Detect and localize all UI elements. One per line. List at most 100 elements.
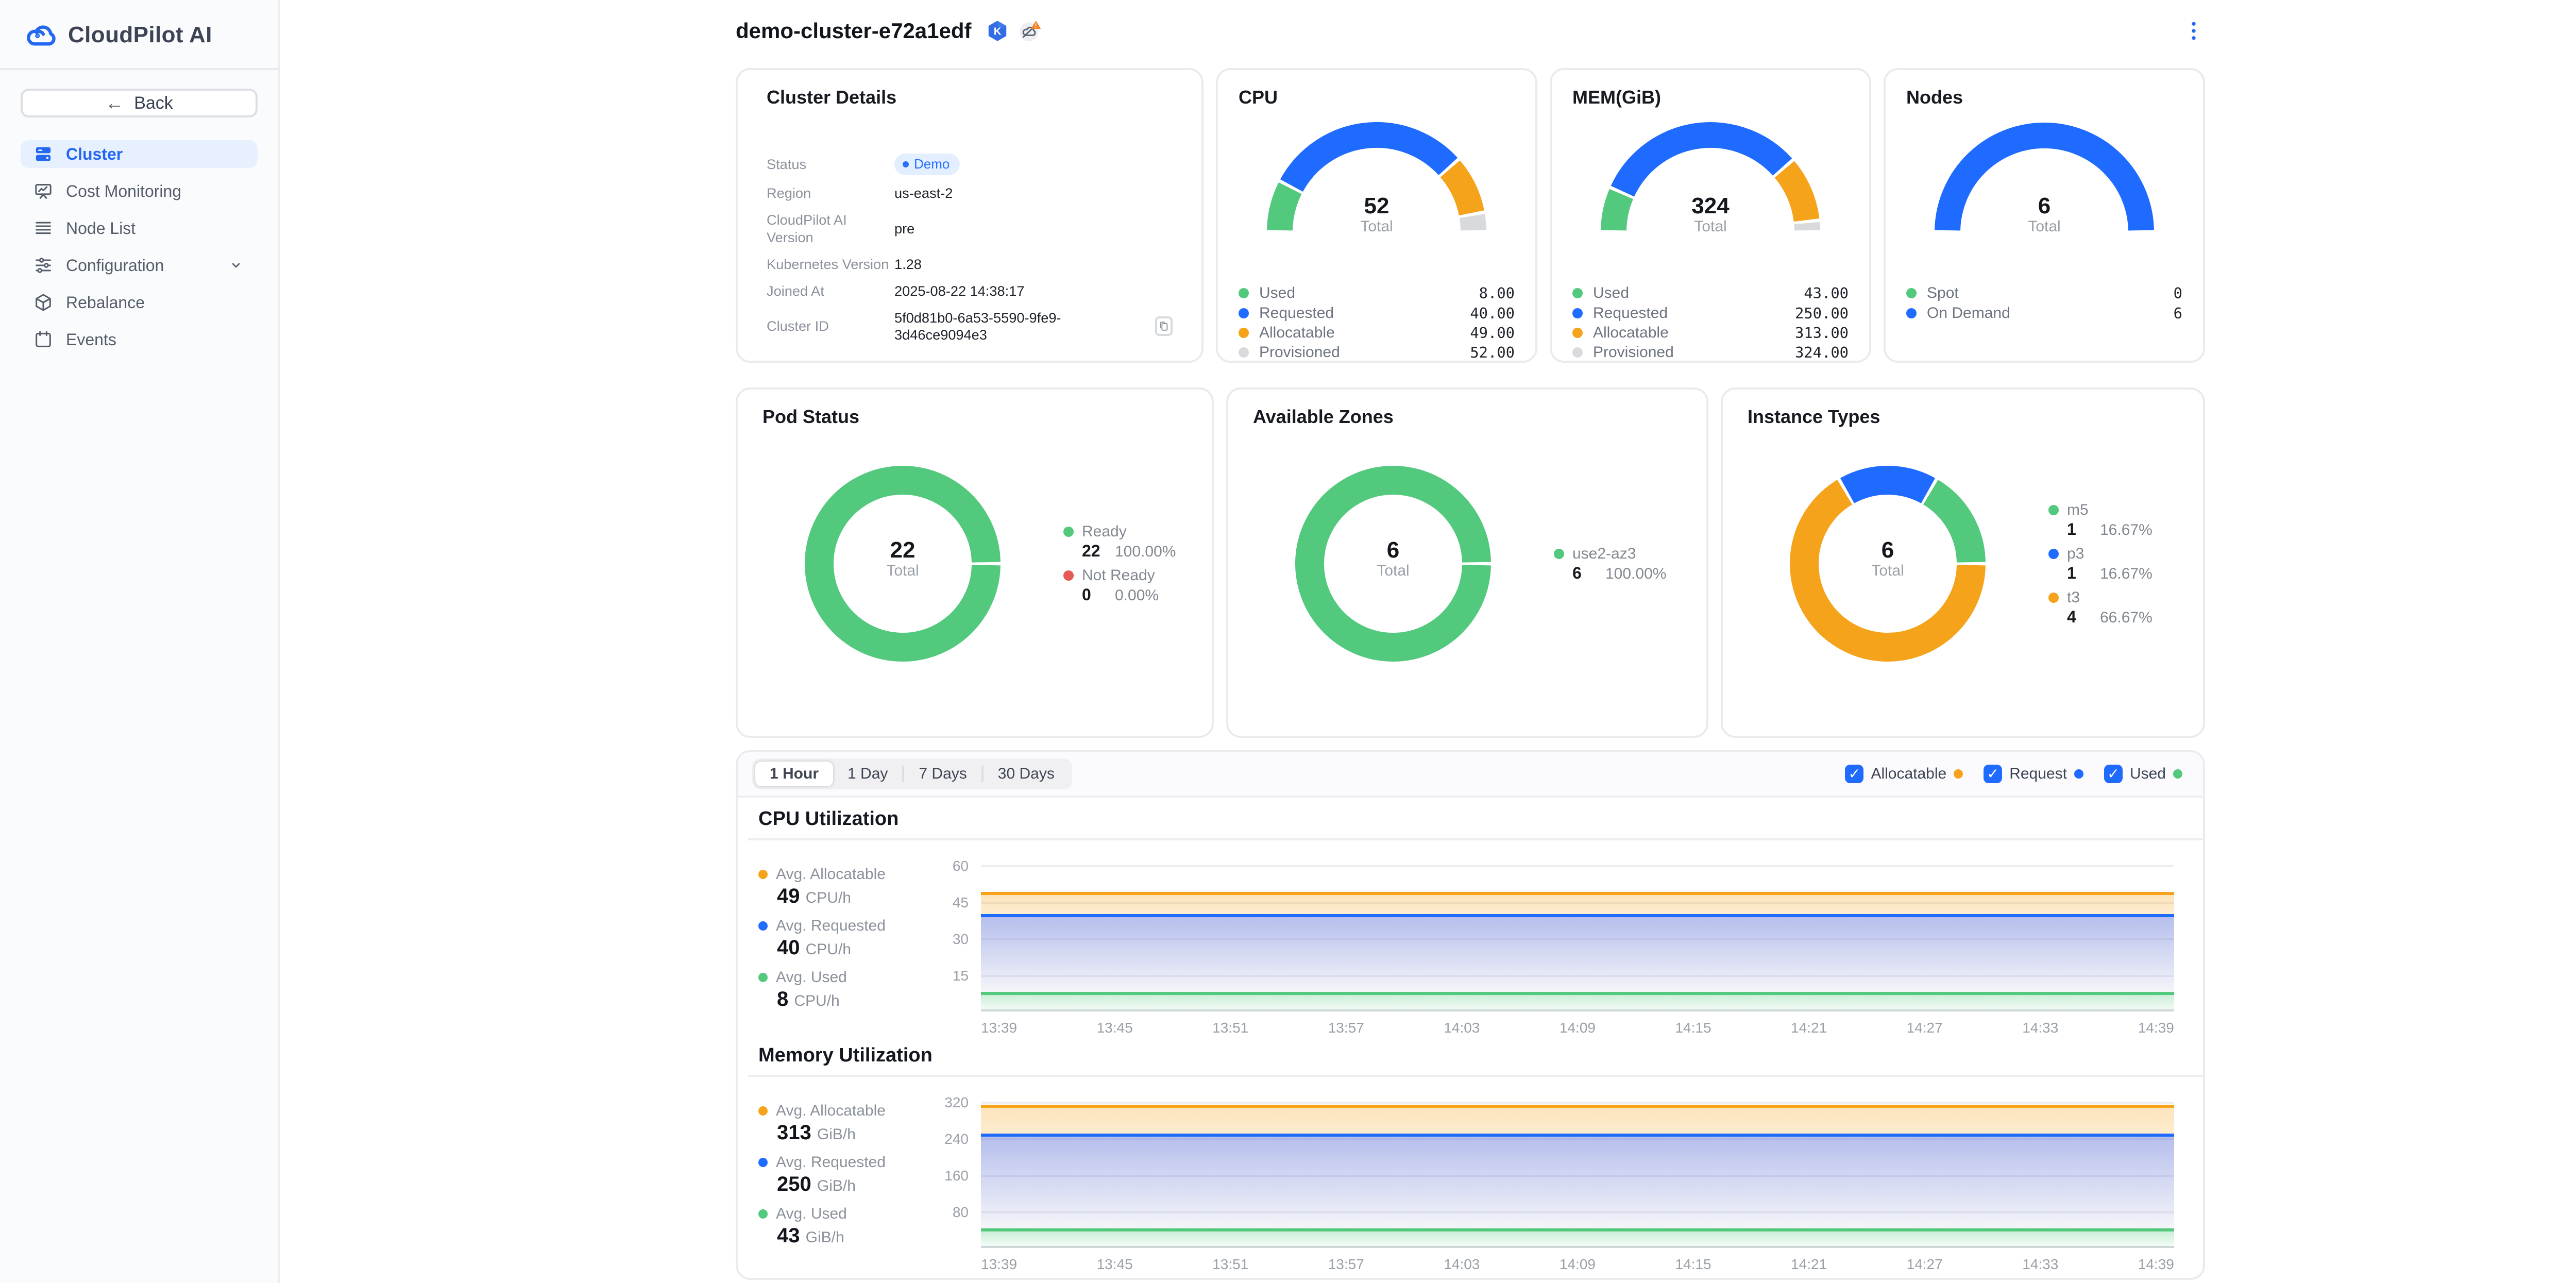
legend-value: 40.00 xyxy=(1470,305,1515,322)
sidebar-item-events[interactable]: Events xyxy=(21,326,258,353)
stat-label: Avg. Used xyxy=(758,968,931,987)
legend-label: Requested xyxy=(1259,305,1334,322)
instance-types-card: Instance Types6Totalm5116.67%p3116.67%t3… xyxy=(1721,387,2205,738)
kubernetes-icon: K xyxy=(986,20,1009,42)
x-axis-label: 13:51 xyxy=(1212,1256,1248,1273)
sidebar-item-configuration[interactable]: Configuration xyxy=(21,251,258,279)
legend-entry-label: Ready xyxy=(1063,523,1176,541)
app: CloudPilot AI ← Back ClusterCost Monitor… xyxy=(0,0,2576,1283)
legend-entry-value: 116.67% xyxy=(2067,564,2153,583)
detail-value: 1.28 xyxy=(894,256,922,273)
sidebar-item-rebalance[interactable]: Rebalance xyxy=(21,289,258,316)
legend-dot xyxy=(2048,593,2059,603)
gauge-total-caption: Total xyxy=(1257,217,1496,236)
kebab-menu-icon[interactable] xyxy=(2182,20,2205,42)
svg-text:!: ! xyxy=(1035,22,1037,29)
x-axis-label: 14:03 xyxy=(1444,1256,1480,1273)
section-title: CPU Utilization xyxy=(754,808,2174,830)
legend-entry: Not Ready00.00% xyxy=(1063,567,1176,604)
back-button[interactable]: ← Back xyxy=(21,89,258,117)
pod-status-card: Pod Status22TotalReady22100.00%Not Ready… xyxy=(736,387,1214,738)
sidebar-item-label: Rebalance xyxy=(66,293,145,312)
x-axis-label: 14:15 xyxy=(1675,1020,1711,1036)
checkbox-checked-icon: ✓ xyxy=(1984,765,2002,783)
x-axis-label: 13:39 xyxy=(981,1256,1017,1273)
donut-legend: use2-az36100.00% xyxy=(1554,545,1666,583)
stat-unit: CPU/h xyxy=(794,992,839,1009)
gauge-legend: Spot0On Demand6 xyxy=(1906,283,2182,323)
x-axis-label: 14:33 xyxy=(2022,1020,2058,1036)
detail-value: 2025-08-22 14:38:17 xyxy=(894,282,1024,300)
legend-label: On Demand xyxy=(1927,305,2010,322)
donut-center-label: 6Total xyxy=(1789,539,1987,580)
card-title: Pod Status xyxy=(762,406,1187,428)
y-axis-label: 15 xyxy=(931,968,969,984)
detail-label: Region xyxy=(767,184,894,202)
stat-label: Avg. Used xyxy=(758,1205,931,1223)
copy-cluster-id-button[interactable] xyxy=(1155,316,1173,336)
toggle-used[interactable]: ✓Used xyxy=(2104,765,2182,783)
legend-entry-value: 6100.00% xyxy=(1572,564,1666,583)
stat-label: Avg. Allocatable xyxy=(758,1102,931,1120)
legend-dot xyxy=(1239,288,1249,298)
cpu-gauge: 52Total xyxy=(1257,112,1496,240)
x-axis-label: 14:21 xyxy=(1791,1020,1827,1036)
x-axis-label: 14:15 xyxy=(1675,1256,1711,1273)
back-label: Back xyxy=(134,93,173,113)
time-range-1-day[interactable]: 1 Day xyxy=(833,762,902,786)
y-axis-label: 45 xyxy=(931,894,969,911)
legend-dot xyxy=(1906,308,1917,318)
time-range-control: 1 Hour1 Day7 Days30 Days xyxy=(752,758,1072,789)
time-range-7-days[interactable]: 7 Days xyxy=(904,762,981,786)
section-title: Memory Utilization xyxy=(754,1044,2174,1067)
x-axis-label: 13:45 xyxy=(1097,1020,1133,1036)
legend-dot xyxy=(1572,347,1583,358)
detail-row: StatusDemo xyxy=(767,154,1173,175)
stat-label: Avg. Requested xyxy=(758,917,931,935)
x-axis-label: 13:45 xyxy=(1097,1256,1133,1273)
svg-text:K: K xyxy=(993,26,1001,38)
sidebar-item-cost-monitoring[interactable]: Cost Monitoring xyxy=(21,177,258,205)
card-title: Instance Types xyxy=(1748,406,2178,428)
stat-group: Avg. Allocatable313 GiB/h xyxy=(758,1102,931,1147)
time-range-1-hour[interactable]: 1 Hour xyxy=(755,762,833,786)
legend-row: Requested250.00 xyxy=(1572,303,1849,323)
legend-dot xyxy=(2048,505,2059,515)
legend-entry: use2-az36100.00% xyxy=(1554,545,1666,583)
mem-util-chart: 3202401608013:3913:4513:5113:5714:0314:0… xyxy=(931,1081,2174,1273)
y-axis-label: 320 xyxy=(931,1094,969,1111)
legend-entry-label: m5 xyxy=(2048,501,2153,519)
gauge-total-value: 6 xyxy=(1925,195,2164,217)
sidebar-item-cluster[interactable]: Cluster xyxy=(21,140,258,168)
sidebar-item-label: Events xyxy=(66,330,116,349)
series-color-dot xyxy=(1954,769,1963,779)
legend-row: Provisioned324.00 xyxy=(1572,343,1849,362)
toggle-allocatable[interactable]: ✓Allocatable xyxy=(1845,765,1963,783)
gauge-legend: Used8.00Requested40.00Allocatable49.00Pr… xyxy=(1239,283,1515,363)
legend-row: Allocatable49.00 xyxy=(1239,323,1515,343)
stat-dot xyxy=(758,870,768,879)
sidebar-item-label: Cluster xyxy=(66,145,123,164)
detail-label: Cluster ID xyxy=(767,317,894,335)
cost-monitoring-icon xyxy=(33,181,54,201)
x-axis-label: 13:57 xyxy=(1328,1256,1364,1273)
legend-value: 0 xyxy=(2174,284,2182,302)
legend-label: Allocatable xyxy=(1259,324,1335,342)
toggle-label: Request xyxy=(2009,765,2067,783)
requested-band xyxy=(981,914,2174,992)
detail-label: Kubernetes Version xyxy=(767,256,894,273)
sidebar-item-node-list[interactable]: Node List xyxy=(21,214,258,242)
time-range-30-days[interactable]: 30 Days xyxy=(984,762,1069,786)
detail-value: us-east-2 xyxy=(894,184,953,202)
legend-entry: m5116.67% xyxy=(2048,501,2153,539)
stat-unit: GiB/h xyxy=(817,1126,856,1143)
donut-row: Pod Status22TotalReady22100.00%Not Ready… xyxy=(736,387,2205,738)
toggle-request[interactable]: ✓ Request xyxy=(1984,765,2083,783)
mem-gauge: 324Total xyxy=(1591,112,1830,240)
legend-dot xyxy=(1572,308,1583,318)
nodes-gauge: 6Total xyxy=(1925,112,2164,240)
card-title: CPU xyxy=(1239,87,1515,108)
y-axis-label: 60 xyxy=(931,858,969,874)
donut-center-label: 6Total xyxy=(1294,539,1492,580)
legend-entry-label: Not Ready xyxy=(1063,567,1176,584)
